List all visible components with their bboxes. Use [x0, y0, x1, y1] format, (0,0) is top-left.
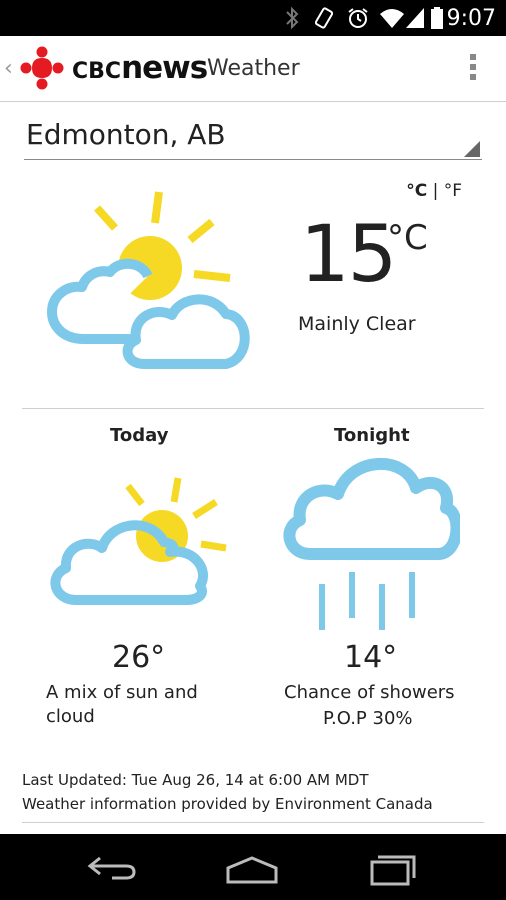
battery-icon [431, 7, 443, 29]
sun-cloud-icon [50, 477, 227, 605]
fahrenheit-toggle[interactable]: °F [444, 181, 462, 201]
alarm-icon [348, 8, 368, 28]
today-temperature: 26° [112, 640, 166, 675]
location-spinner[interactable]: Edmonton, AB [24, 110, 482, 160]
location-city: Edmonton, AB [26, 118, 226, 151]
navigation-bar [0, 834, 506, 900]
tonight-label: Tonight [334, 425, 410, 446]
today-description-line1: A mix of sun and [46, 682, 198, 703]
wifi-icon [380, 9, 404, 28]
overflow-menu-icon[interactable] [468, 54, 478, 84]
status-bar: 9:07 [0, 0, 506, 36]
back-chevron-icon[interactable]: ‹ [4, 56, 13, 81]
rain-cloud-icon [283, 458, 460, 630]
recent-apps-icon[interactable] [364, 848, 424, 888]
tonight-temperature: 14° [344, 640, 398, 675]
current-temperature-unit: °C [387, 218, 428, 258]
cbc-gem-logo[interactable] [20, 46, 64, 90]
divider [22, 408, 484, 409]
last-updated: Last Updated: Tue Aug 26, 14 at 6:00 AM … [22, 771, 369, 789]
app-title: Weather [207, 56, 300, 81]
app-bar: ‹ CBCnews Weather [0, 36, 506, 102]
home-icon[interactable] [222, 848, 282, 888]
current-temperature: 15 [300, 210, 397, 300]
update-info: Last Updated: Tue Aug 26, 14 at 6:00 AM … [22, 768, 433, 816]
data-provider: Weather information provided by Environm… [22, 795, 433, 813]
today-label: Today [110, 425, 169, 446]
today-description-line2: cloud [46, 706, 95, 727]
brand-wordmark: CBCnews [72, 50, 208, 86]
current-condition: Mainly Clear [298, 313, 416, 335]
tonight-pop: P.O.P 30% [323, 708, 413, 729]
back-icon[interactable] [82, 848, 142, 888]
tonight-description: Chance of showers [284, 682, 455, 703]
divider [22, 822, 484, 823]
dropdown-triangle-icon [464, 141, 480, 157]
signal-icon [406, 8, 424, 28]
vibrate-icon [314, 7, 334, 29]
status-time: 9:07 [446, 6, 496, 31]
sun-behind-clouds-icon [47, 191, 250, 369]
unit-toggle: °C | °F [406, 181, 462, 201]
unit-separator: | [432, 181, 439, 201]
bluetooth-icon [286, 6, 299, 30]
celsius-toggle[interactable]: °C [406, 181, 427, 201]
